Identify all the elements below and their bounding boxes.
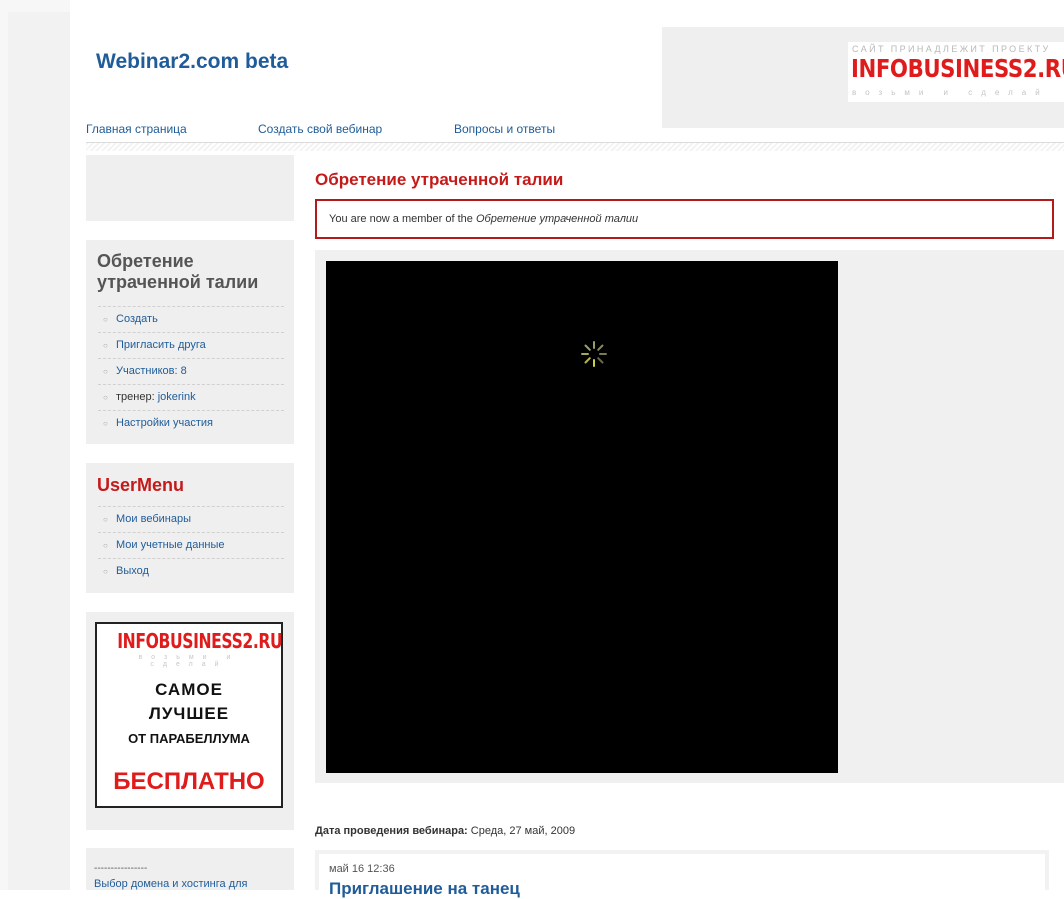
group-menu-item-label: Настройки участия: [116, 417, 213, 429]
webinar-date-label: Дата проведения вебинара:: [315, 825, 468, 837]
infobusiness-logo[interactable]: САЙТ ПРИНАДЛЕЖИТ ПРОЕКТУ INFOBUSINESS2.R…: [848, 42, 1064, 102]
bullet-circle-icon: ○: [103, 567, 108, 576]
group-menu-item-create[interactable]: ○ Создать: [98, 306, 284, 332]
message-prefix: You are now a member of the: [329, 213, 476, 225]
bullet-circle-icon: ○: [103, 419, 108, 428]
usermenu-item-account[interactable]: ○ Мои учетные данные: [98, 532, 284, 558]
banner-logo-text: INFOBUSINESS2.RU: [851, 54, 1064, 83]
trainer-link[interactable]: jokerink: [158, 391, 196, 403]
group-menu-box: Обретение утраченной талии ○ Создать ○ При…: [86, 240, 294, 444]
player-area: [315, 250, 1064, 783]
usermenu-item-label: Мои учетные данные: [116, 539, 225, 551]
bullet-circle-icon: ○: [103, 315, 108, 324]
nav-create-webinar-link[interactable]: Создать свой вебинар: [258, 122, 382, 136]
ad-link[interactable]: Выбор домена и хостинга для: [94, 878, 248, 890]
promo-banner[interactable]: INFOBUSINESS2.RU возьми и сделай САМОЕ Л…: [95, 622, 283, 808]
header-banner[interactable]: САЙТ ПРИНАДЛЕЖИТ ПРОЕКТУ INFOBUSINESS2.R…: [662, 27, 1064, 128]
trainer-label: тренер:: [116, 391, 158, 403]
left-margin-panel: [8, 12, 70, 890]
left-margin-strip: [0, 0, 70, 890]
group-menu-item-members[interactable]: ○ Участников: 8: [98, 358, 284, 384]
group-menu-list: ○ Создать ○ Пригласить друга ○ Участников: …: [98, 306, 284, 436]
bullet-circle-icon: ○: [103, 393, 108, 402]
promo-logo-text: INFOBUSINESS2.RU: [117, 629, 283, 653]
group-menu-title: Обретение утраченной талии: [97, 251, 259, 292]
promo-line-2: ЛУЧШЕЕ: [148, 704, 230, 723]
usermenu-item-label: Выход: [116, 565, 149, 577]
promo-line-free: БЕСПЛАТНО: [113, 768, 265, 795]
nav-home-link[interactable]: Главная страница: [86, 122, 187, 136]
group-menu-item-label: Пригласить друга: [116, 339, 206, 351]
membership-message: You are now a member of the Обретение ут…: [315, 199, 1054, 239]
sidebar-empty-box: [86, 155, 294, 221]
site-title[interactable]: Webinar2.com beta: [96, 50, 288, 74]
usermenu-box: UserMenu ○ Мои вебинары ○ Мои учетные данн…: [86, 463, 294, 593]
group-menu-item-settings[interactable]: ○ Настройки участия: [98, 410, 284, 436]
usermenu-item-logout[interactable]: ○ Выход: [98, 558, 284, 584]
post-date: май 16 12:36: [329, 863, 395, 875]
message-group-name: Обретение утраченной талии: [475, 213, 639, 225]
page-title: Обретение утраченной талии: [315, 170, 564, 189]
post-card: май 16 12:36 Приглашение на танец: [315, 850, 1049, 898]
sidebar-ad-box: ---------------- Выбор домена и хостинга…: [86, 848, 294, 890]
loading-spinner-icon: [581, 341, 607, 367]
membership-message-text: You are now a member of the Обретение ут…: [329, 213, 638, 225]
usermenu-list: ○ Мои вебинары ○ Мои учетные данные ○ Выход: [98, 506, 284, 584]
bullet-circle-icon: ○: [103, 515, 108, 524]
banner-tagline: возьми и сделай: [852, 88, 1049, 97]
usermenu-item-label: Мои вебинары: [116, 513, 191, 525]
promo-logo-tagline: возьми и сделай: [138, 654, 240, 668]
bullet-circle-icon: ○: [103, 341, 108, 350]
post-card-inner: май 16 12:36 Приглашение на танец: [319, 854, 1045, 898]
video-player[interactable]: [326, 261, 838, 773]
webinar-date-value: Среда, 27 май, 2009: [467, 825, 576, 837]
nav-faq-link[interactable]: Вопросы и ответы: [454, 122, 555, 136]
group-menu-item-label: Участников: 8: [116, 365, 187, 377]
promo-line-1: САМОЕ: [155, 680, 223, 699]
post-title-link[interactable]: Приглашение на танец: [329, 879, 520, 899]
group-menu-item-invite[interactable]: ○ Пригласить друга: [98, 332, 284, 358]
webinar-date: Дата проведения вебинара: Среда, 27 май,…: [315, 825, 575, 837]
promo-line-3: ОТ ПАРАБЕЛЛУМА: [128, 731, 250, 746]
bullet-circle-icon: ○: [103, 367, 108, 376]
usermenu-item-my-webinars[interactable]: ○ Мои вебинары: [98, 506, 284, 532]
group-menu-item-trainer: ○ тренер: jokerink: [98, 384, 284, 410]
group-menu-item-label: Создать: [116, 313, 158, 325]
bullet-circle-icon: ○: [103, 541, 108, 550]
usermenu-title: UserMenu: [97, 475, 185, 495]
banner-top-text: САЙТ ПРИНАДЛЕЖИТ ПРОЕКТУ: [852, 44, 1051, 54]
main-nav: Главная страница Создать свой вебинар Во…: [86, 122, 1064, 143]
ad-separator: ----------------: [94, 863, 148, 874]
nav-divider: [86, 143, 1064, 151]
